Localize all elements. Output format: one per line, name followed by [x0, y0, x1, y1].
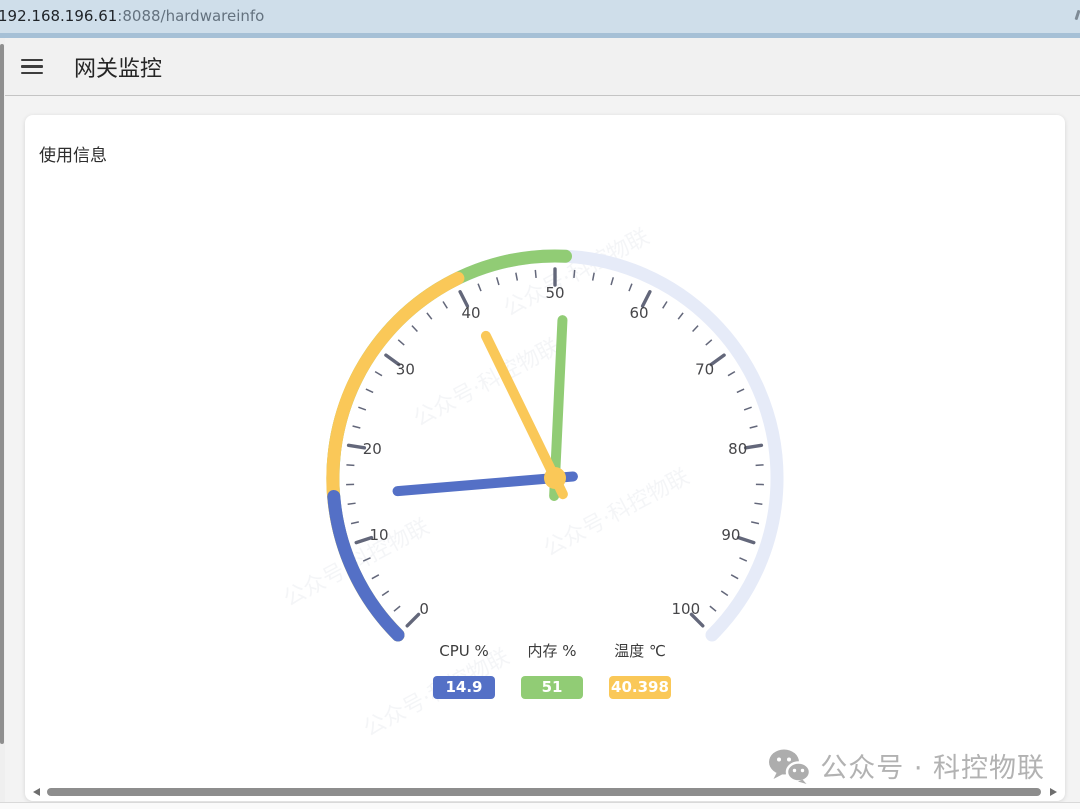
svg-text:50: 50: [545, 284, 564, 302]
metric-cpu-value: 14.9: [433, 676, 495, 699]
gauge-metrics: CPU % 14.9 内存 % 51 温度 ℃ 40.398: [433, 643, 671, 699]
wechat-watermark-text: 公众号 · 科控物联: [820, 746, 1045, 785]
gauge-needle: [554, 320, 562, 496]
metric-temperature: 温度 ℃ 40.398: [609, 643, 671, 699]
metric-cpu-label: CPU %: [433, 643, 495, 660]
metric-memory-value: 51: [521, 676, 583, 699]
url-text: 192.168.196.61:8088/hardwareinfo: [0, 7, 264, 25]
svg-text:20: 20: [363, 440, 382, 458]
app-header: 网关监控: [0, 38, 1080, 96]
metric-cpu: CPU % 14.9: [433, 643, 495, 699]
svg-text:80: 80: [728, 440, 747, 458]
gauge-ticks: [346, 269, 764, 626]
metric-temperature-label: 温度 ℃: [609, 643, 671, 660]
gauge-needle: [486, 336, 563, 494]
svg-text:90: 90: [721, 526, 740, 544]
url-host: 192.168.196.61: [0, 7, 117, 25]
url-path: :8088/hardwareinfo: [117, 7, 264, 25]
svg-text:0: 0: [419, 600, 429, 618]
svg-text:60: 60: [629, 304, 648, 322]
svg-text:40: 40: [461, 304, 480, 322]
svg-text:70: 70: [695, 360, 714, 378]
hscrollbar-left-arrow-icon[interactable]: [33, 788, 40, 796]
gauge-axis-labels: 0 10 20 30 40 50 60 70 80 90 100: [363, 284, 748, 618]
metric-memory: 内存 % 51: [521, 643, 583, 699]
page-title: 网关监控: [74, 51, 162, 83]
bottom-strip: [0, 802, 1080, 809]
menu-hamburger-icon[interactable]: [21, 59, 43, 74]
wechat-icon: [768, 748, 810, 784]
gauge-needles: [398, 320, 573, 496]
left-scrollbar[interactable]: [0, 38, 5, 809]
wechat-watermark: 公众号 · 科控物联: [768, 746, 1045, 785]
gauge-needle: [398, 477, 573, 492]
metric-temperature-value: 40.398: [609, 676, 671, 699]
svg-text:30: 30: [396, 360, 415, 378]
left-scrollbar-thumb[interactable]: [0, 44, 4, 744]
hscrollbar-thumb[interactable]: [47, 788, 1041, 796]
svg-text:10: 10: [370, 526, 389, 544]
gauge-arcs: [333, 256, 777, 635]
gauge-knob: [544, 467, 566, 489]
cursor-artifact: [1075, 10, 1080, 20]
metric-memory-label: 内存 %: [521, 643, 583, 660]
usage-info-card: 使用信息 公众号·科控物联 公众号·科控物联 公众号·科控物联 公众号·科控物联…: [25, 115, 1065, 801]
browser-address-bar[interactable]: 192.168.196.61:8088/hardwareinfo: [0, 0, 1080, 33]
card-title: 使用信息: [39, 141, 107, 166]
hscrollbar-right-arrow-icon[interactable]: [1050, 788, 1057, 796]
svg-text:100: 100: [671, 600, 700, 618]
